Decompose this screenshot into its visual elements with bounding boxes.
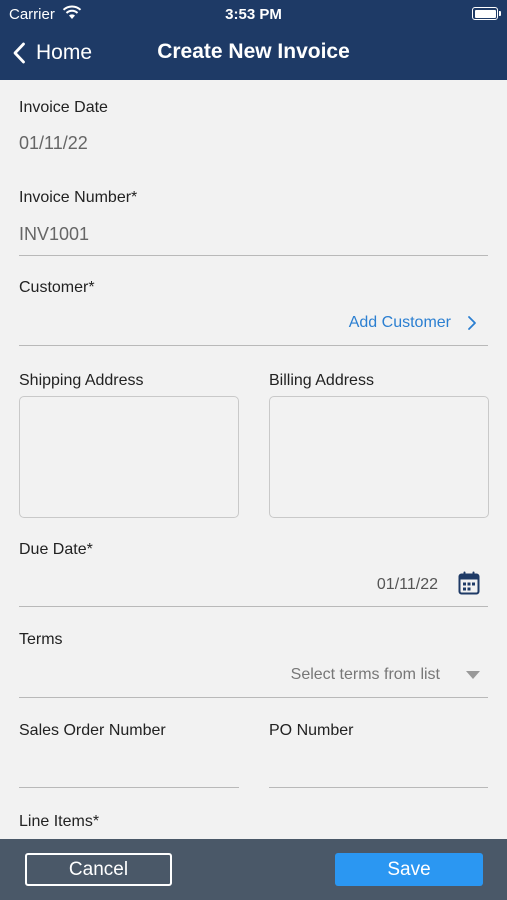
dropdown-caret-icon <box>466 671 480 679</box>
sales-order-number-input[interactable] <box>19 787 239 788</box>
terms-divider <box>19 697 488 698</box>
sales-order-number-label: Sales Order Number <box>19 722 166 739</box>
battery-icon <box>472 7 501 20</box>
status-time: 3:53 PM <box>225 6 282 23</box>
invoice-number-divider <box>19 255 488 256</box>
navigation-bar: Home Create New Invoice <box>0 30 507 74</box>
customer-label: Customer* <box>19 279 95 296</box>
status-bar: Carrier 3:53 PM <box>0 0 507 28</box>
calendar-icon[interactable] <box>458 571 480 600</box>
chevron-right-icon <box>468 316 476 330</box>
page-title: Create New Invoice <box>157 40 350 63</box>
cancel-button[interactable]: Cancel <box>25 853 172 886</box>
add-customer-label: Add Customer <box>348 314 451 331</box>
po-number-input[interactable] <box>269 787 488 788</box>
terms-select[interactable]: Select terms from list <box>291 666 480 684</box>
invoice-date-label: Invoice Date <box>19 99 108 116</box>
bottom-action-bar: Cancel Save <box>0 839 507 900</box>
due-date-divider <box>19 606 488 607</box>
invoice-number-field[interactable]: INV1001 <box>19 224 89 245</box>
po-number-label: PO Number <box>269 722 354 739</box>
invoice-number-label: Invoice Number* <box>19 189 138 206</box>
shipping-address-label: Shipping Address <box>19 372 144 389</box>
terms-placeholder: Select terms from list <box>290 666 440 683</box>
line-items-label: Line Items* <box>19 813 100 830</box>
header: Carrier 3:53 PM Home Create New Invoice <box>0 0 507 80</box>
save-button[interactable]: Save <box>335 853 483 886</box>
due-date-value[interactable]: 01/11/22 <box>377 576 438 594</box>
billing-address-label: Billing Address <box>269 372 374 389</box>
add-customer-link[interactable]: Add Customer <box>349 314 477 332</box>
customer-divider <box>19 345 488 346</box>
billing-address-input[interactable] <box>269 396 489 518</box>
shipping-address-input[interactable] <box>19 396 239 518</box>
terms-label: Terms <box>19 631 63 648</box>
invoice-date-value: 01/11/22 <box>19 133 88 153</box>
due-date-label: Due Date* <box>19 541 93 558</box>
